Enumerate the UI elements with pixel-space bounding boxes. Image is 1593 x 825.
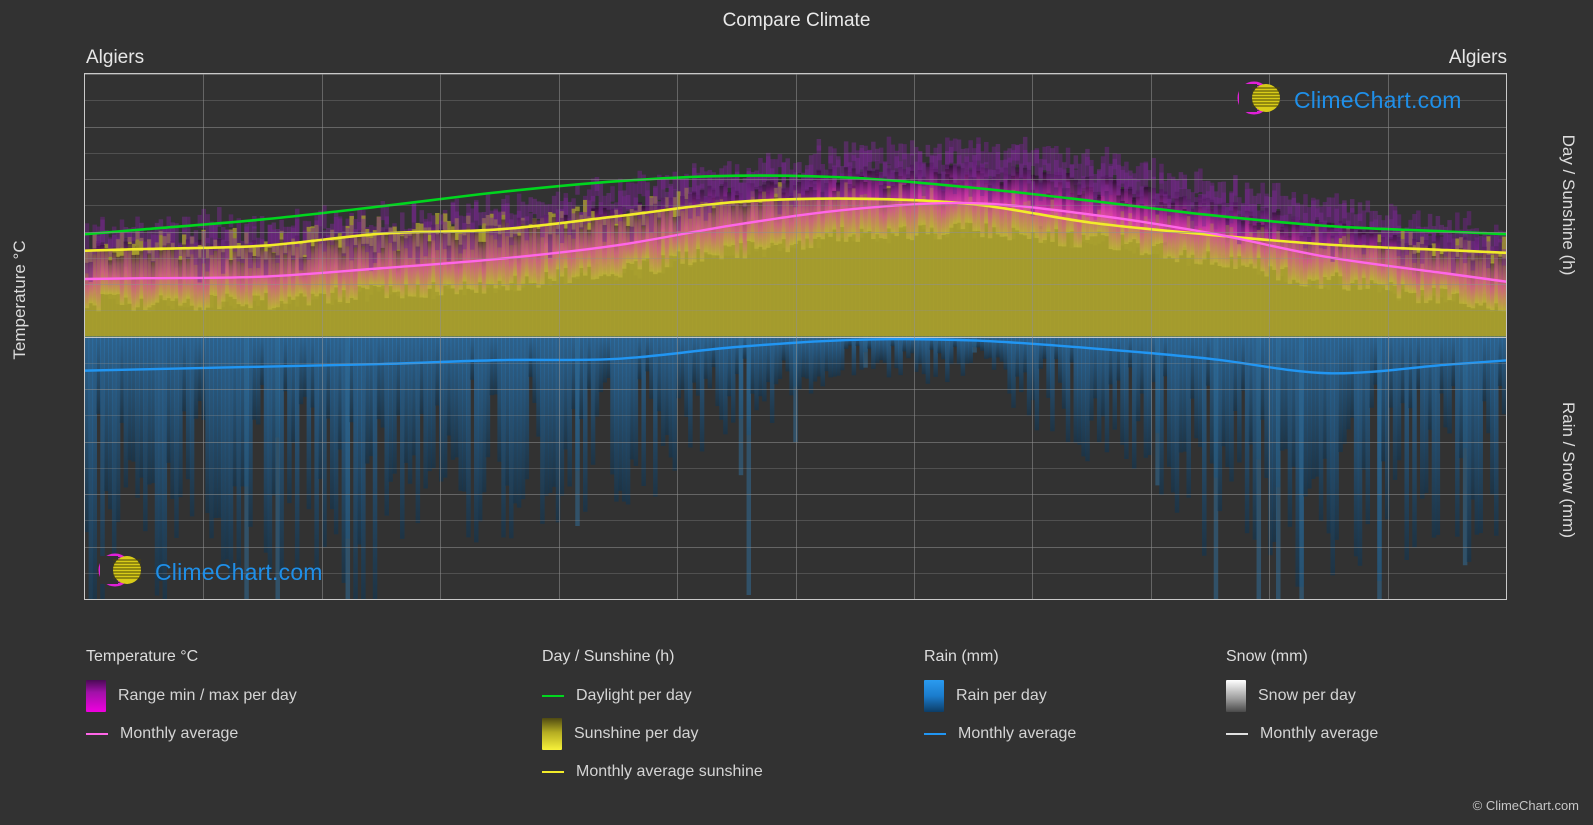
city-label-left: Algiers: [86, 47, 145, 68]
legend-swatch-gradient: [86, 680, 106, 712]
gridline-horizontal: [85, 599, 1506, 600]
legend-group: Day / Sunshine (h) Daylight per day Sunshi…: [542, 648, 763, 791]
legend-item-label: Rain per day: [956, 687, 1047, 704]
page-title: Compare Climate: [722, 10, 871, 31]
legend-group: Rain (mm) Rain per day Monthly average: [924, 648, 1076, 753]
legend-swatch-gradient: [924, 680, 944, 712]
plot-area: 50403020100-10-20-30-40-5024181260102030…: [84, 73, 1507, 600]
legend-swatch-line: [924, 733, 946, 735]
climechart-logo-top: ClimeChart.com: [1234, 78, 1462, 123]
legend-swatch-line: [86, 733, 108, 735]
right-axis-tick-mark: [1506, 74, 1507, 75]
legend: Temperature °C Range min / max per day Mon…: [84, 648, 1507, 798]
legend-group-title: Day / Sunshine (h): [542, 648, 675, 665]
y-axis-tick-mark: [84, 547, 85, 548]
legend-item-label: Snow per day: [1258, 687, 1356, 704]
legend-swatch-line: [1226, 733, 1248, 735]
legend-item-label: Sunshine per day: [574, 725, 699, 742]
y-axis-tick-mark: [84, 127, 85, 128]
plot-canvas: [85, 136, 1506, 599]
legend-item-label: Monthly average: [958, 725, 1077, 742]
climechart-logo-text: ClimeChart.com: [1294, 87, 1462, 113]
legend-group-title: Rain (mm): [924, 648, 999, 665]
climechart-logo-text: ClimeChart.com: [155, 559, 323, 585]
y-axis-tick-mark: [84, 389, 85, 390]
legend-item[interactable]: Monthly average: [924, 715, 1076, 753]
legend-item-label: Monthly average: [120, 725, 239, 742]
legend-item-label: Monthly average sunshine: [576, 763, 763, 780]
legend-item-label: Monthly average: [1260, 725, 1379, 742]
right-axis-tick-mark: [1506, 402, 1507, 403]
y-axis-tick-mark: [84, 442, 85, 443]
legend-item-label: Daylight per day: [576, 687, 692, 704]
y-axis-tick-mark: [84, 494, 85, 495]
y-axis-title-temperature: Temperature °C: [10, 240, 29, 360]
right-axis-tick-mark: [1506, 271, 1507, 272]
legend-swatch-gradient: [1226, 680, 1246, 712]
legend-swatch-gradient: [542, 718, 562, 750]
climechart-logo-bottom: ClimeChart.com: [95, 550, 323, 595]
copyright-text: © ClimeChart.com: [1472, 798, 1579, 813]
legend-item[interactable]: Monthly average: [86, 715, 297, 753]
right-axis-tick-mark: [1506, 205, 1507, 206]
right-axis-tick-mark: [1506, 140, 1507, 141]
y-axis-title-rain-snow: Rain / Snow (mm): [1559, 401, 1578, 539]
legend-item[interactable]: Monthly average sunshine: [542, 753, 763, 791]
legend-item-label: Range min / max per day: [118, 687, 297, 704]
legend-group: Snow (mm) Snow per day Monthly average: [1226, 648, 1378, 753]
right-axis-tick-mark: [1506, 599, 1507, 600]
right-axis-tick-mark: [1506, 468, 1507, 469]
legend-item[interactable]: Daylight per day: [542, 677, 763, 715]
y-axis-tick-mark: [84, 74, 85, 75]
y-axis-tick-mark: [84, 284, 85, 285]
y-axis-tick-mark: [84, 179, 85, 180]
right-axis-tick-mark: [1506, 533, 1507, 534]
city-label-right: Algiers: [1448, 47, 1507, 68]
legend-swatch-line: [542, 771, 564, 773]
legend-item[interactable]: Range min / max per day: [86, 677, 297, 715]
y-axis-tick-mark: [84, 599, 85, 600]
y-axis-tick-mark: [84, 337, 85, 338]
climechart-logo-mark: [95, 550, 151, 595]
legend-item[interactable]: Sunshine per day: [542, 715, 763, 753]
legend-item[interactable]: Monthly average: [1226, 715, 1378, 753]
legend-item[interactable]: Snow per day: [1226, 677, 1378, 715]
right-axis-tick-mark: [1506, 337, 1507, 338]
legend-group-title: Temperature °C: [86, 648, 199, 665]
legend-swatch-line: [542, 695, 564, 697]
y-axis-title-day-sunshine: Day / Sunshine (h): [1559, 134, 1578, 276]
y-axis-tick-mark: [84, 232, 85, 233]
legend-group-title: Snow (mm): [1226, 648, 1308, 665]
climechart-logo-mark: [1234, 78, 1290, 123]
climate-chart: Compare Climate Algiers Algiers Temperat…: [0, 0, 1593, 825]
legend-group: Temperature °C Range min / max per day Mon…: [86, 648, 297, 753]
legend-item[interactable]: Rain per day: [924, 677, 1076, 715]
